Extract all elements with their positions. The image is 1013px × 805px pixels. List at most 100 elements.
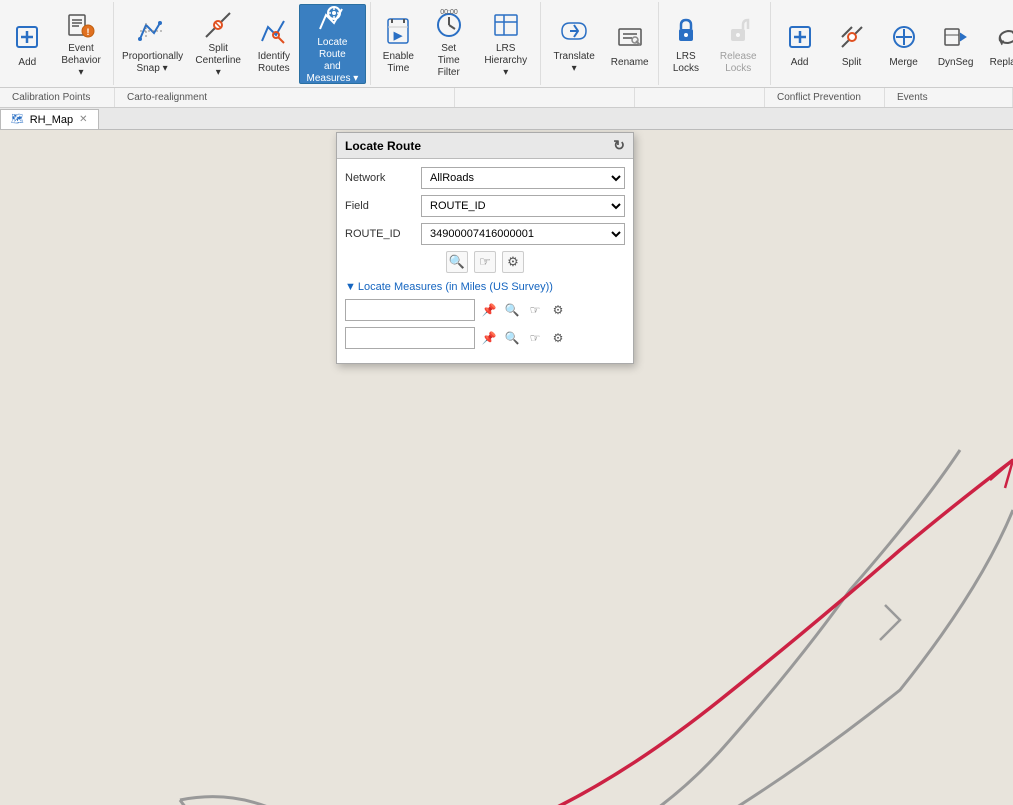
translate-button[interactable]: Translate ▾	[545, 4, 604, 84]
release-locks-icon	[720, 13, 756, 49]
measure-2-icons: 📌 🔍 ☞ ⚙	[479, 328, 568, 348]
network-row: Network AllRoads	[345, 167, 625, 189]
search-action-icon[interactable]: 🔍	[446, 251, 468, 273]
merge-events-button[interactable]: Merge	[879, 4, 929, 84]
measure-row-1: 📌 🔍 ☞ ⚙	[345, 299, 625, 321]
add-label: Add	[18, 57, 36, 69]
time-section-label	[455, 88, 635, 107]
conflict-prevention-section-label: Conflict Prevention	[765, 88, 885, 107]
lrs-locks-icon	[668, 13, 704, 49]
settings-action-icon[interactable]: ⚙	[502, 251, 524, 273]
set-time-filter-button[interactable]: 00:00 Set TimeFilter	[424, 4, 474, 84]
add-button[interactable]: Add	[4, 4, 51, 84]
measure-row-2: 📌 🔍 ☞ ⚙	[345, 327, 625, 349]
measure-input-2[interactable]	[345, 327, 475, 349]
locate-route-button[interactable]: Locate Routeand Measures ▾	[299, 4, 366, 84]
set-time-filter-icon: 00:00	[431, 9, 467, 41]
event-behavior-button[interactable]: ! EventBehavior ▾	[53, 4, 110, 84]
measure-1-icons: 📌 🔍 ☞ ⚙	[479, 300, 568, 320]
measure-1-search-icon[interactable]: 🔍	[502, 300, 522, 320]
measure-2-cursor-icon[interactable]: ☞	[525, 328, 545, 348]
add-events-button[interactable]: Add	[775, 4, 825, 84]
rename-button[interactable]: Rename	[605, 4, 653, 84]
lrs-hierarchy-button[interactable]: LRSHierarchy ▾	[476, 4, 536, 84]
route-id-select[interactable]: 34900007416000001	[421, 223, 625, 245]
svg-text:00:00: 00:00	[440, 9, 458, 16]
locate-route-label: Locate Routeand Measures ▾	[306, 37, 359, 85]
collapse-arrow: ▼	[345, 281, 356, 293]
release-locks-label: Release Locks	[718, 51, 759, 75]
road-gray-inner	[180, 450, 960, 805]
set-time-filter-label: Set TimeFilter	[431, 43, 467, 79]
popup-refresh-icon[interactable]: ↻	[613, 137, 625, 154]
split-centerline-label: SplitCenterline ▾	[195, 43, 242, 79]
proportionally-snap-button[interactable]: ProportionallySnap ▾	[118, 4, 185, 84]
dynseg-button[interactable]: DynSeg	[931, 4, 981, 84]
toolbar-group-time: ▶ EnableTime 00:00 Set TimeFilter	[371, 2, 541, 85]
dynseg-icon	[938, 19, 974, 55]
enable-time-label: EnableTime	[383, 51, 414, 75]
toolbar-group-carto: ProportionallySnap ▾ SplitCenterline ▾	[114, 2, 371, 85]
tab-bar: 🗺 RH_Map ✕	[0, 108, 1013, 130]
translate-icon	[556, 13, 592, 49]
measure-2-pin-icon[interactable]: 📌	[479, 328, 499, 348]
toolbar-group-events: Add Split Merge	[771, 2, 1013, 85]
lrs-locks-label: LRSLocks	[673, 51, 699, 75]
dynseg-label: DynSeg	[938, 57, 974, 69]
identify-routes-icon	[256, 13, 292, 49]
measure-1-pin-icon[interactable]: 📌	[479, 300, 499, 320]
cursor-action-icon[interactable]: ☞	[474, 251, 496, 273]
release-locks-button[interactable]: Release Locks	[711, 4, 766, 84]
toolbar-group-conflict: LRSLocks Release Locks	[659, 2, 771, 85]
replace-events-label: Replace	[990, 57, 1013, 69]
events-section-label: Events	[885, 88, 1013, 107]
field-select[interactable]: ROUTE_ID	[421, 195, 625, 217]
route-id-label: ROUTE_ID	[345, 228, 417, 240]
split-events-button[interactable]: Split	[827, 4, 877, 84]
rh-map-tab[interactable]: 🗺 RH_Map ✕	[0, 109, 99, 129]
locate-measures-header[interactable]: ▼ Locate Measures (in Miles (US Survey))	[345, 281, 625, 293]
arrow-upper-right	[880, 605, 900, 640]
enable-time-button[interactable]: ▶ EnableTime	[375, 4, 422, 84]
lrs-locks-button[interactable]: LRSLocks	[663, 4, 709, 84]
popup-body: Network AllRoads Field ROUTE_ID ROUTE_ID…	[337, 159, 633, 363]
locate-route-icon	[314, 3, 350, 35]
network-select[interactable]: AllRoads	[421, 167, 625, 189]
locate-measures-label: Locate Measures (in Miles (US Survey))	[358, 281, 553, 293]
route-id-row: ROUTE_ID 34900007416000001	[345, 223, 625, 245]
translate-rename-section-label	[635, 88, 765, 107]
section-labels-row: Calibration Points Carto-realignment Con…	[0, 88, 1013, 108]
svg-text:▶: ▶	[393, 30, 403, 42]
main-toolbar: Add ! EventBehavior ▾	[0, 0, 1013, 88]
popup-header: Locate Route ↻	[337, 133, 633, 159]
rename-label: Rename	[611, 57, 649, 69]
calibration-points-section-label: Calibration Points	[0, 88, 115, 107]
merge-events-label: Merge	[889, 57, 917, 69]
close-tab-icon[interactable]: ✕	[79, 114, 87, 125]
add-events-icon	[782, 19, 818, 55]
rename-icon	[612, 19, 648, 55]
replace-events-button[interactable]: Replace	[983, 4, 1013, 84]
measure-1-settings-icon[interactable]: ⚙	[548, 300, 568, 320]
merge-events-icon	[886, 19, 922, 55]
map-area[interactable]: Locate Route ↻ Network AllRoads Field RO…	[0, 130, 1013, 805]
split-centerline-button[interactable]: SplitCenterline ▾	[188, 4, 249, 84]
measure-2-settings-icon[interactable]: ⚙	[548, 328, 568, 348]
identify-routes-button[interactable]: IdentifyRoutes	[251, 4, 297, 84]
popup-title: Locate Route	[345, 139, 421, 153]
proportionally-snap-label: ProportionallySnap ▾	[122, 51, 182, 75]
measure-2-search-icon[interactable]: 🔍	[502, 328, 522, 348]
field-row: Field ROUTE_ID	[345, 195, 625, 217]
locate-route-popup: Locate Route ↻ Network AllRoads Field RO…	[336, 132, 634, 364]
field-label: Field	[345, 200, 417, 212]
measure-input-1[interactable]	[345, 299, 475, 321]
action-icons-row: 🔍 ☞ ⚙	[345, 251, 625, 273]
carto-realignment-section-label: Carto-realignment	[115, 88, 455, 107]
toolbar-group-translate: Translate ▾ Rename	[541, 2, 659, 85]
translate-label: Translate ▾	[552, 51, 597, 75]
split-events-icon	[834, 19, 870, 55]
svg-text:!: !	[87, 27, 90, 37]
measure-1-cursor-icon[interactable]: ☞	[525, 300, 545, 320]
replace-events-icon	[990, 19, 1013, 55]
proportionally-snap-icon	[134, 13, 170, 49]
